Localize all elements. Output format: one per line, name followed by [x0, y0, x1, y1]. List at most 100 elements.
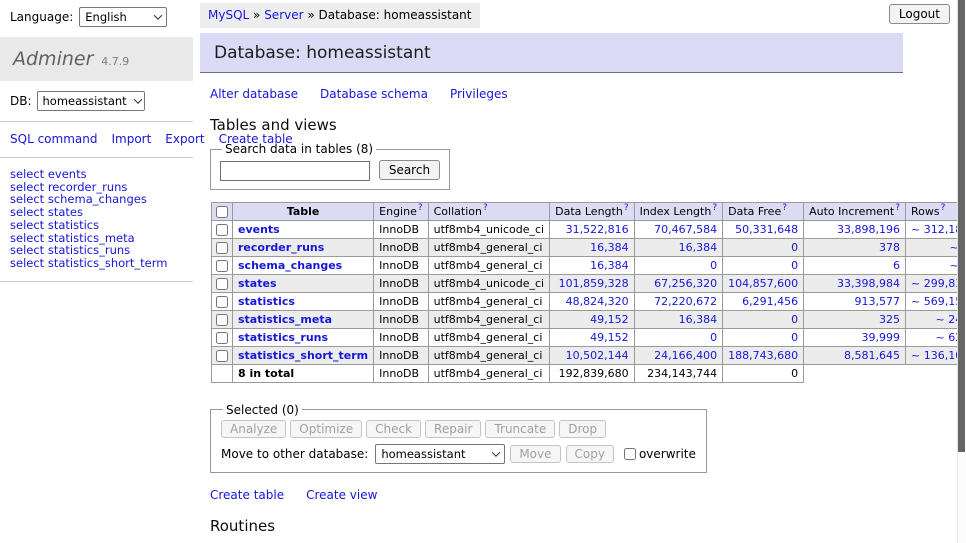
table-link-recorder-runs[interactable]: recorder_runs: [238, 241, 324, 254]
auto-increment-link[interactable]: 378: [879, 241, 900, 254]
data-length-link[interactable]: 49,152: [590, 313, 629, 326]
row-checkbox-statistics-runs[interactable]: [216, 332, 228, 344]
move-db-select[interactable]: homeassistant: [375, 444, 505, 464]
help-link[interactable]: ?: [418, 203, 423, 213]
search-input[interactable]: [220, 161, 370, 181]
index-length-link[interactable]: 0: [710, 259, 717, 272]
cell-collation: utf8mb4_general_ci: [428, 346, 549, 364]
move-button[interactable]: Move: [510, 445, 560, 463]
button-optimize[interactable]: Optimize: [290, 420, 362, 438]
sidebar-select-statistics-short-term[interactable]: select statistics_short_term: [10, 257, 193, 270]
select-all-checkbox[interactable]: [216, 206, 228, 218]
data-length-link[interactable]: 31,522,816: [566, 223, 629, 236]
sidebar-select-events[interactable]: select events: [10, 168, 193, 181]
tables-footer-row: 8 in totalInnoDButf8mb4_general_ci192,83…: [212, 364, 966, 382]
data-free-link[interactable]: 0: [791, 331, 798, 344]
data-length-link[interactable]: 10,502,144: [566, 349, 629, 362]
auto-increment-link[interactable]: 33,898,196: [837, 223, 900, 236]
index-length-link[interactable]: 16,384: [679, 241, 718, 254]
sidebar-actions: SQL commandImportExportCreate table: [0, 124, 188, 155]
table-link-statistics-short-term[interactable]: statistics_short_term: [238, 349, 368, 362]
index-length-link[interactable]: 16,384: [679, 313, 718, 326]
sidebar-select-states[interactable]: select states: [10, 206, 193, 219]
auto-increment-link[interactable]: 6: [893, 259, 900, 272]
help-link[interactable]: ?: [895, 203, 900, 213]
main-content: MySQL » Server » Database: homeassistant…: [200, 0, 912, 543]
index-length-link[interactable]: 70,467,584: [654, 223, 717, 236]
tables-list: TableEngine?Collation?Data Length?Index …: [211, 202, 966, 383]
cell-engine: InnoDB: [374, 292, 428, 310]
help-link[interactable]: ?: [483, 203, 488, 213]
data-length-link[interactable]: 16,384: [590, 241, 629, 254]
link-privileges[interactable]: Privileges: [450, 87, 508, 101]
cell-collation: utf8mb4_general_ci: [428, 292, 549, 310]
help-link[interactable]: ?: [782, 203, 787, 213]
data-length-link[interactable]: 101,859,328: [559, 277, 629, 290]
logout-button[interactable]: Logout: [889, 4, 950, 24]
data-free-link[interactable]: 50,331,648: [735, 223, 798, 236]
footer-collation: utf8mb4_general_ci: [428, 364, 549, 382]
auto-increment-link[interactable]: 33,398,984: [837, 277, 900, 290]
cell-collation: utf8mb4_general_ci: [428, 310, 549, 328]
language-select[interactable]: English: [79, 7, 167, 27]
data-free-link[interactable]: 104,857,600: [728, 277, 798, 290]
data-free-link[interactable]: 0: [791, 259, 798, 272]
row-checkbox-schema-changes[interactable]: [216, 260, 228, 272]
data-length-link[interactable]: 16,384: [590, 259, 629, 272]
table-link-statistics-runs[interactable]: statistics_runs: [238, 331, 328, 344]
link-create-view[interactable]: Create view: [306, 488, 377, 502]
column-label: Engine: [379, 205, 417, 218]
index-length-link[interactable]: 0: [710, 331, 717, 344]
cell-data-length: 49,152: [550, 328, 634, 346]
table-link-schema-changes[interactable]: schema_changes: [238, 259, 342, 272]
index-length-link[interactable]: 72,220,672: [654, 295, 717, 308]
column-header-auto-increment: Auto Increment?: [804, 202, 906, 220]
data-free-link[interactable]: 6,291,456: [742, 295, 798, 308]
link-alter-database[interactable]: Alter database: [210, 87, 298, 101]
table-link-statistics[interactable]: statistics: [238, 295, 295, 308]
row-checkbox-recorder-runs[interactable]: [216, 242, 228, 254]
row-checkbox-statistics-short-term[interactable]: [216, 350, 228, 362]
cell-auto-increment: 33,898,196: [804, 220, 906, 238]
button-truncate[interactable]: Truncate: [485, 420, 555, 438]
copy-button[interactable]: Copy: [566, 445, 614, 463]
sidebar-select-statistics[interactable]: select statistics: [10, 219, 193, 232]
data-free-link[interactable]: 0: [791, 313, 798, 326]
button-repair[interactable]: Repair: [425, 420, 481, 438]
row-checkbox-statistics-meta[interactable]: [216, 314, 228, 326]
overwrite-checkbox[interactable]: [624, 448, 636, 460]
breadcrumb-mysql[interactable]: MySQL: [208, 8, 249, 22]
data-free-link[interactable]: 0: [791, 241, 798, 254]
index-length-link[interactable]: 67,256,320: [654, 277, 717, 290]
index-length-link[interactable]: 24,166,400: [654, 349, 717, 362]
db-select[interactable]: homeassistant: [37, 91, 145, 111]
scrollbar[interactable]: [957, 0, 966, 543]
help-link[interactable]: ?: [712, 203, 717, 213]
table-link-statistics-meta[interactable]: statistics_meta: [238, 313, 332, 326]
row-checkbox-events[interactable]: [216, 224, 228, 236]
auto-increment-link[interactable]: 8,581,645: [844, 349, 900, 362]
link-create-table[interactable]: Create table: [210, 488, 284, 502]
sidebar-link-import[interactable]: Import: [111, 132, 151, 146]
auto-increment-link[interactable]: 325: [879, 313, 900, 326]
row-checkbox-statistics[interactable]: [216, 296, 228, 308]
button-analyze[interactable]: Analyze: [221, 420, 286, 438]
help-link[interactable]: ?: [624, 203, 629, 213]
button-check[interactable]: Check: [366, 420, 421, 438]
scrollbar-thumb[interactable]: [958, 0, 965, 452]
button-drop[interactable]: Drop: [559, 420, 606, 438]
sidebar-link-export[interactable]: Export: [165, 132, 204, 146]
row-checkbox-states[interactable]: [216, 278, 228, 290]
search-button[interactable]: Search: [379, 160, 440, 180]
data-length-link[interactable]: 48,824,320: [566, 295, 629, 308]
link-database-schema[interactable]: Database schema: [320, 87, 428, 101]
sidebar-link-sql-command[interactable]: SQL command: [10, 132, 97, 146]
data-free-link[interactable]: 188,743,680: [728, 349, 798, 362]
help-link[interactable]: ?: [941, 203, 946, 213]
auto-increment-link[interactable]: 39,999: [862, 331, 901, 344]
data-length-link[interactable]: 49,152: [590, 331, 629, 344]
table-link-states[interactable]: states: [238, 277, 277, 290]
auto-increment-link[interactable]: 913,577: [855, 295, 901, 308]
table-link-events[interactable]: events: [238, 223, 280, 236]
breadcrumb-server[interactable]: Server: [264, 8, 303, 22]
